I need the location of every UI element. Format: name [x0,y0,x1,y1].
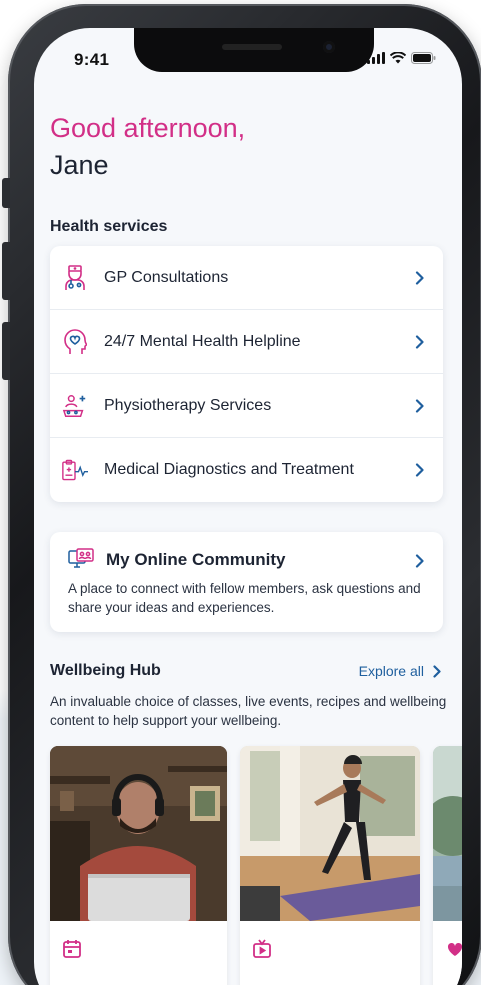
chevron-right-icon [415,398,424,413]
service-row-medical-diagnostics[interactable]: Medical Diagnostics and Treatment [50,438,443,502]
volume-up-button [2,242,10,300]
chevron-right-icon [415,463,424,477]
service-label: 24/7 Mental Health Helpline [104,332,301,350]
wellbeing-hub-title: Wellbeing Hub [50,662,161,679]
doctor-icon [62,264,88,291]
heart-icon [447,943,462,956]
chevron-right-icon [415,334,424,349]
notch [134,28,374,72]
chevron-right-icon [415,554,424,568]
community-description: A place to connect with fellow members, … [68,581,421,615]
mental-health-icon [62,328,88,355]
service-label: GP Consultations [104,268,229,286]
service-label: Medical Diagnostics and Treatment [104,461,354,478]
service-row-mental-health[interactable]: 24/7 Mental Health Helpline [50,310,443,374]
tile-image-man-with-headphones [50,746,227,921]
service-row-physiotherapy[interactable]: Physiotherapy Services [50,374,443,438]
diagnostics-icon [62,457,88,483]
phone-screen: 9:41 Good afternoon, Jane Health service… [34,28,462,985]
tile-image-outdoor [433,746,462,921]
explore-all-label: Explore all [358,663,424,679]
speaker [222,44,282,50]
wifi-icon [390,52,406,64]
service-row-gp-consultations[interactable]: GP Consultations [50,246,443,310]
signal-icon [367,52,385,64]
video-icon [253,939,271,958]
mute-switch [2,178,10,208]
battery-icon [411,52,436,64]
wellbeing-tile[interactable] [240,746,420,985]
wellbeing-tile[interactable] [50,746,227,985]
front-camera [323,41,335,53]
physiotherapy-icon [62,393,88,419]
community-icon [68,548,94,568]
calendar-icon [63,940,81,958]
community-card[interactable]: My Online Community A place to connect w… [50,532,443,632]
tile-image-woman-exercising [240,746,420,921]
greeting-name: Jane [50,150,109,180]
volume-down-button [2,322,10,380]
wellbeing-tile[interactable] [433,746,462,985]
wellbeing-hub-description: An invaluable choice of classes, live ev… [50,694,447,728]
service-label: Physiotherapy Services [104,396,272,414]
greeting-salutation: Good afternoon, [50,113,246,143]
chevron-right-icon [433,664,441,678]
status-icons [367,52,436,64]
community-title: My Online Community [106,550,286,569]
status-time: 9:41 [74,50,110,69]
chevron-right-icon [415,270,424,285]
health-services-title: Health services [50,218,168,235]
explore-all-link[interactable]: Explore all [359,663,442,679]
health-services-card: GP Consultations 24/7 Mental Health Help… [50,246,443,502]
